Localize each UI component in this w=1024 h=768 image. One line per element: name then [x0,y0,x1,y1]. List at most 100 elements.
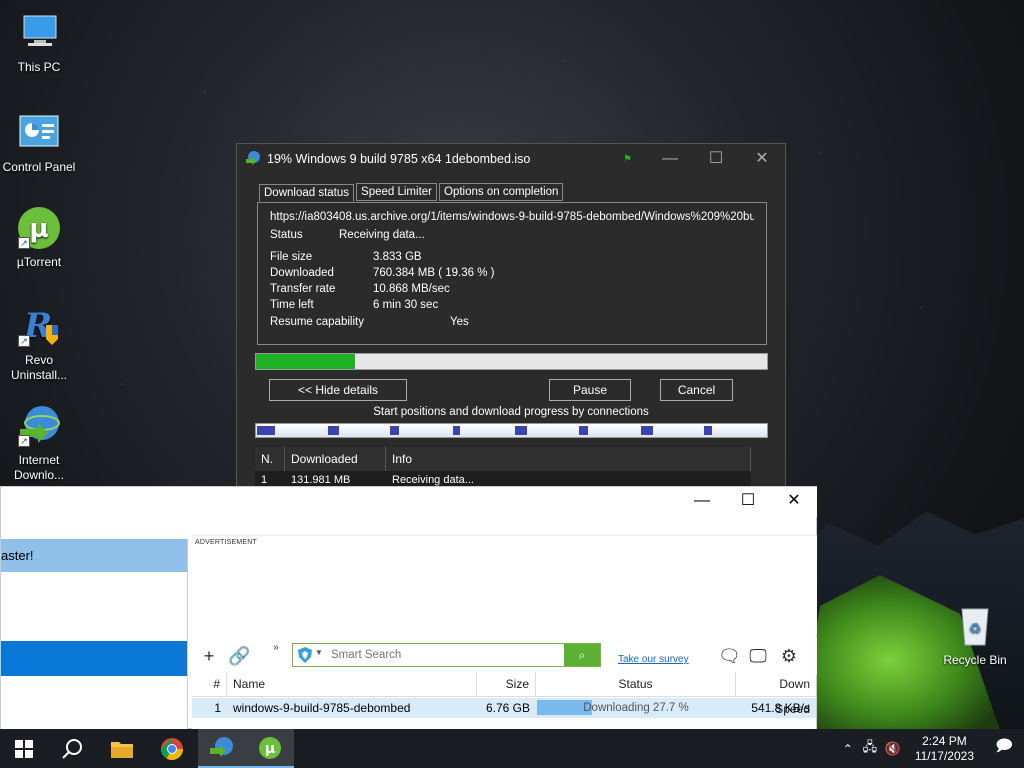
torrent-size: 6.76 GB [485,701,530,715]
internet-download-manager-icon: ↗ [16,403,62,449]
link-icon[interactable]: 🔗 [228,645,250,667]
idm-taskbar-button[interactable] [198,729,246,768]
cancel-button[interactable]: Cancel [660,379,733,401]
connection-segment [453,426,460,435]
shield-icon [296,646,314,664]
desktop-icon-utorrent[interactable]: µ ↗ µTorrent [0,205,78,270]
column-header-status[interactable]: Status [536,672,736,696]
chrome-button[interactable] [148,729,196,768]
survey-link[interactable]: Take our survey [618,654,689,665]
advertisement-area: ADVERTISEMENT [191,535,817,635]
gear-icon[interactable]: ⚙ [778,645,800,667]
desktop-icon-recycle-bin[interactable]: ♻ Recycle Bin [936,603,1014,668]
more-icon[interactable]: » [265,637,287,659]
sidebar-item-selected[interactable] [1,641,187,676]
chrome-icon [161,737,183,760]
maximize-button[interactable]: ☐ [725,487,771,515]
desktop-icon-label: Revo Uninstall... [10,353,68,382]
download-progress-bar [255,353,768,370]
add-torrent-icon[interactable]: + [198,645,220,667]
flag-icon: ⚑ [623,154,632,165]
network-icon[interactable]: 🖧 [859,738,881,760]
table-row[interactable]: 1 windows-9-build-9785-debombed 6.76 GB … [192,698,816,718]
time-left-value: 6 min 30 sec [373,299,439,311]
search-icon[interactable]: ⌕ [564,644,600,666]
close-button[interactable]: ✕ [739,144,785,174]
tab-speed-limiter[interactable]: Speed Limiter [356,183,437,201]
system-clock[interactable]: 2:24 PM 11/17/2023 [905,734,984,764]
chat-icon[interactable]: 🗨 [718,645,741,667]
shortcut-arrow-icon: ↗ [18,237,30,249]
idm-download-dialog: 19% Windows 9 build 9785 x64 1debombed.i… [236,143,786,489]
computer-icon [16,10,62,56]
connection-segment [704,426,712,435]
scrollbar[interactable] [751,447,768,489]
transfer-rate-value: 10.868 MB/sec [373,283,450,295]
volume-muted-icon[interactable]: 🔇 [881,741,905,757]
desktop-icon-control-panel[interactable]: Control Panel [0,110,78,175]
desktop-icon-label: µTorrent [16,255,62,269]
torrent-list-header: # Name Size Status Down Speed [192,672,816,716]
file-size-value: 3.833 GB [373,251,422,263]
start-button[interactable] [0,729,48,768]
downloaded-value: 760.384 MB ( 19.36 % ) [373,267,495,279]
desktop-icon-revo-uninstaller[interactable]: R ↗ Revo Uninstall... [0,303,78,383]
windows-logo-icon [15,739,33,758]
chevron-down-icon[interactable]: ▼ [315,648,323,657]
advertisement-label: ADVERTISEMENT [195,539,257,546]
desktop-icon-this-pc[interactable]: This PC [0,10,78,75]
utorrent-taskbar-button[interactable]: µ [246,729,294,768]
torrent-status-text: Downloading 27.7 % [583,702,689,714]
notification-icon[interactable]: 🗩 [984,735,1024,762]
mouse-cursor-icon [4,503,11,521]
taskbar: µ ⌃ 🖧 🔇 2:24 PM 11/17/2023 🗩 [0,729,1024,768]
column-header-info[interactable]: Info [386,447,751,471]
search-button[interactable] [48,729,96,768]
clock-time: 2:24 PM [922,733,967,748]
tab-options-on-completion[interactable]: Options on completion [439,183,564,201]
revo-uninstaller-icon: R ↗ [16,303,62,349]
svg-text:µ: µ [29,214,48,244]
connection-segment [579,426,588,435]
maximize-button[interactable]: ☐ [693,144,739,174]
progress-fill [256,354,355,369]
minimize-button[interactable]: — [647,144,693,174]
desktop-icon-label: Internet Downlo... [13,453,65,482]
column-header-size[interactable]: Size [477,672,536,696]
column-header-name[interactable]: Name [227,672,477,696]
column-header-index[interactable]: # [192,672,227,696]
connections-progress-bar [255,423,768,438]
hide-details-button[interactable]: << Hide details [269,379,407,401]
utorrent-window: — ☐ ✕ aster! ADVERTISEMENT + 🔗 » ▼ ⌕ Tak… [0,486,817,730]
connections-label: Start positions and download progress by… [373,406,649,418]
show-hidden-icons-chevron-up-icon[interactable]: ⌃ [837,742,859,756]
search-input[interactable] [331,646,566,664]
tab-download-status[interactable]: Download status [259,184,355,202]
svg-text:♻: ♻ [969,620,982,636]
close-button[interactable]: ✕ [771,487,817,515]
clock-date: 11/17/2023 [914,748,974,763]
transfer-rate-label: Transfer rate [270,283,336,295]
connections-table-header: N. Downloaded Info [255,447,768,471]
column-header-n[interactable]: N. [255,447,285,471]
column-header-downloaded[interactable]: Downloaded [285,447,386,471]
resume-capability-label: Resume capability [270,316,364,328]
desktop-icon-idm[interactable]: ↗ Internet Downlo... [0,403,78,483]
torrent-list: # Name Size Status Down Speed 1 windows-… [192,672,816,730]
monitor-icon[interactable]: 🖵 [747,645,769,667]
torrent-down-speed: 541.8 KB/s [751,701,810,715]
internet-download-manager-icon [210,736,233,757]
minimize-button[interactable]: — [679,487,725,515]
resume-capability-value: Yes [450,316,469,328]
file-size-label: File size [270,251,313,263]
pause-button[interactable]: Pause [549,379,631,401]
file-explorer-button[interactable] [98,729,146,768]
shortcut-arrow-icon: ↗ [18,335,30,347]
connections-table: N. Downloaded Info 1 131.981 MB Receivin… [255,447,768,489]
sidebar-item-upgrade[interactable]: aster! [1,539,187,572]
status-value: Receiving data... [339,229,425,241]
column-header-down-speed[interactable]: Down Speed [736,672,816,716]
utorrent-toolbar: + 🔗 » ▼ ⌕ Take our survey 🗨 🖵 ⚙ [191,637,817,675]
connection-segment [515,426,527,435]
utorrent-title-bar[interactable]: — ☐ ✕ [1,487,817,517]
